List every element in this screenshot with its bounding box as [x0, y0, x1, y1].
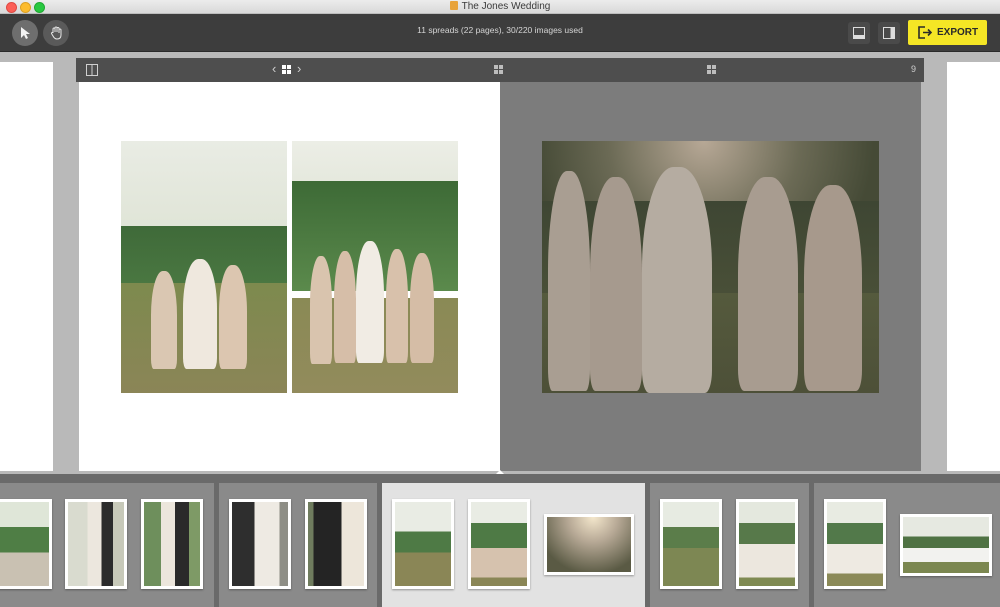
filmstrip-thumb[interactable]: [0, 499, 52, 589]
page-number: 9: [910, 64, 916, 74]
spread-layout-grid-icon[interactable]: [282, 65, 292, 75]
filmstrip-thumb[interactable]: [392, 499, 454, 589]
filmstrip-thumb[interactable]: [229, 499, 291, 589]
right-page-layout-grid-icon[interactable]: [707, 65, 717, 75]
window-title: The Jones Wedding: [461, 1, 551, 12]
filmstrip-spread-group[interactable]: [219, 483, 377, 607]
spread-toolbar: ‹ › 9: [76, 58, 924, 82]
filmstrip-thumb[interactable]: [824, 499, 886, 589]
filmstrip-spread-group[interactable]: [650, 483, 809, 607]
previous-spread-page[interactable]: [0, 62, 53, 471]
split-view-icon[interactable]: [86, 64, 98, 76]
filmstrip-thumb[interactable]: [141, 499, 203, 589]
filmstrip-thumb[interactable]: [544, 514, 634, 575]
side-panel-toggle-button[interactable]: [878, 22, 900, 44]
filmstrip-thumb[interactable]: [660, 499, 722, 589]
filmstrip-thumb[interactable]: [305, 499, 367, 589]
window-titlebar: The Jones Wedding: [0, 0, 1000, 14]
next-spread-page[interactable]: [947, 62, 1000, 471]
filmstrip-spread-group-selected[interactable]: [382, 483, 645, 607]
side-panel-icon: [883, 27, 895, 39]
left-page[interactable]: [79, 82, 500, 471]
filmstrip-thumb[interactable]: [900, 514, 992, 576]
filmstrip-thumb[interactable]: [65, 499, 127, 589]
photo-slot-bridesmaids-walking[interactable]: [121, 141, 287, 393]
export-label: EXPORT: [937, 27, 979, 38]
photo-slot-bridal-party-sunset[interactable]: [542, 141, 879, 393]
right-page[interactable]: [500, 82, 921, 471]
filmstrip-thumb[interactable]: [736, 499, 798, 589]
filmstrip: [0, 474, 1000, 607]
prev-layout-button[interactable]: ‹: [272, 61, 276, 76]
filmstrip-spread-group[interactable]: [814, 483, 1000, 607]
next-layout-button[interactable]: ›: [297, 61, 301, 76]
filmstrip-spread-group[interactable]: [0, 483, 214, 607]
export-icon: [918, 26, 932, 39]
spread-editor: ‹ › 9: [0, 52, 1000, 475]
left-page-layout-grid-icon[interactable]: [494, 65, 504, 75]
photo-slot-bridesmaids-group[interactable]: [292, 141, 458, 393]
bottom-panel-toggle-button[interactable]: [848, 22, 870, 44]
toolbar: 11 spreads (22 pages), 30/220 images use…: [0, 14, 1000, 52]
export-button[interactable]: EXPORT: [908, 20, 987, 45]
bottom-panel-icon: [853, 27, 865, 39]
document-icon: [449, 1, 458, 10]
filmstrip-thumb[interactable]: [468, 499, 530, 589]
